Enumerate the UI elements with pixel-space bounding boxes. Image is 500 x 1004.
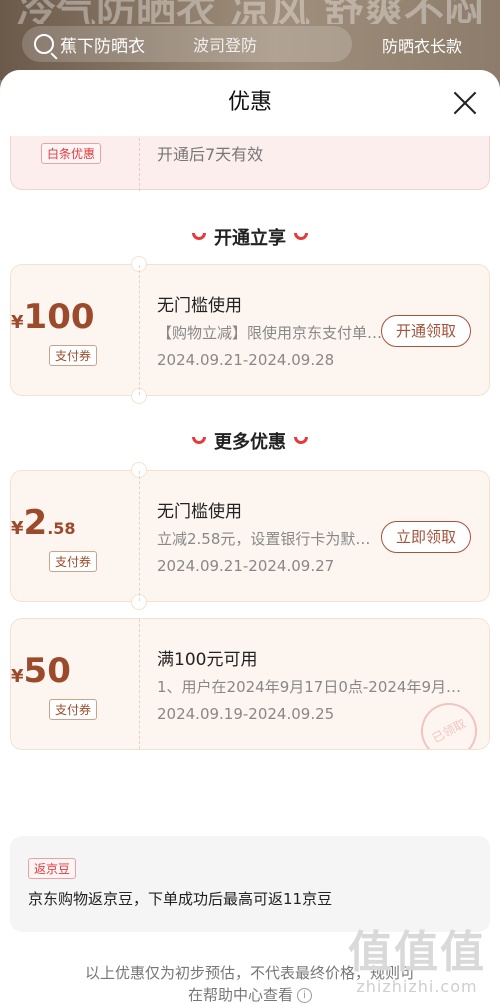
baitiao-coupon-card: 白条优惠 开通后7天有效 bbox=[10, 136, 490, 191]
baitiao-validity: 开通后7天有效 bbox=[157, 145, 264, 164]
coupon-kind-badge: 支付券 bbox=[49, 345, 98, 366]
close-icon[interactable] bbox=[452, 90, 478, 116]
offers-scroll-area[interactable]: 白条优惠 开通后7天有效 开通立享 ¥100 支付券 无门槛使用 【购物立减】限… bbox=[0, 136, 500, 1004]
watermark-url: zhizhizhi.com bbox=[356, 977, 478, 996]
section-open-enjoy-label: 开通立享 bbox=[214, 228, 286, 249]
coupon-description: 【购物立减】限使用京东支付单笔实付满100元可用 bbox=[157, 324, 383, 342]
section-open-enjoy: 开通立享 bbox=[0, 224, 500, 250]
site-watermark: 值值值 zhizhizhi.com bbox=[348, 927, 486, 997]
section-more-offers: 更多优惠 bbox=[0, 428, 500, 454]
smile-icon bbox=[192, 436, 206, 444]
baitiao-tag: 白条优惠 bbox=[41, 143, 102, 164]
background-header: 冷气防晒衣 凉风 舒爽不闷 蕉下防晒衣 波司登防 防晒衣长款 bbox=[0, 0, 500, 80]
coupon-amount: ¥2.58 bbox=[11, 503, 76, 543]
coupon-card-50: ¥50 支付券 满100元可用 1、用户在2024年9月17日0点-2024年9… bbox=[10, 618, 490, 750]
coupon-date-range: 2024.09.19-2024.09.25 bbox=[157, 705, 335, 723]
coupon-kind-badge: 支付券 bbox=[49, 551, 98, 572]
coupon-title: 无门槛使用 bbox=[157, 502, 242, 522]
search-query: 蕉下防晒衣 bbox=[60, 36, 145, 57]
sheet-title: 优惠 bbox=[227, 90, 272, 115]
sheet-header: 优惠 bbox=[0, 70, 500, 136]
coupon-amount: ¥100 bbox=[11, 297, 95, 337]
coupon-divider bbox=[139, 471, 140, 601]
coupon-amount: ¥50 bbox=[11, 651, 71, 691]
coupon-description: 立减2.58元，设置银行卡为默认支付方式 bbox=[157, 530, 383, 548]
coupon-title: 满100元可用 bbox=[157, 650, 258, 670]
coupon-date-range: 2024.09.21-2024.09.28 bbox=[157, 351, 335, 369]
coupon-divider bbox=[139, 619, 140, 749]
coupon-card-2-58: ¥2.58 支付券 无门槛使用 立减2.58元，设置银行卡为默认支付方式 202… bbox=[10, 462, 490, 610]
claim-now-button[interactable]: 立即领取 bbox=[381, 521, 471, 553]
smile-icon bbox=[294, 232, 308, 240]
info-icon[interactable]: i bbox=[297, 988, 312, 1003]
coupon-title: 无门槛使用 bbox=[157, 296, 242, 316]
coupon-date-range: 2024.09.21-2024.09.27 bbox=[157, 557, 335, 575]
jd-beans-tag: 返京豆 bbox=[28, 858, 77, 879]
coupon-description: 1、用户在2024年9月17日0点-2024年9月25日 bbox=[157, 678, 469, 696]
coupon-divider bbox=[139, 136, 140, 191]
background-banner: 冷气防晒衣 凉风 舒爽不闷 bbox=[16, 0, 484, 24]
claimed-stamp: 已领取 bbox=[411, 693, 487, 749]
open-and-claim-button[interactable]: 开通领取 bbox=[381, 315, 471, 347]
smile-icon bbox=[192, 232, 206, 240]
jd-beans-card: 返京豆 京东购物返京豆，下单成功后最高可返11京豆 bbox=[10, 836, 490, 932]
coupon-kind-badge: 支付券 bbox=[49, 699, 98, 720]
jd-beans-text: 京东购物返京豆，下单成功后最高可返11京豆 bbox=[28, 890, 333, 908]
section-more-offers-label: 更多优惠 bbox=[214, 432, 286, 453]
search-bar[interactable]: 蕉下防晒衣 波司登防 bbox=[22, 26, 352, 62]
coupon-divider bbox=[139, 265, 140, 395]
offers-sheet: 优惠 白条优惠 开通后7天有效 开通立享 ¥100 支付券 无门槛使用 【购物立… bbox=[0, 70, 500, 1004]
search-icon bbox=[34, 34, 54, 54]
watermark-logo: 值值值 bbox=[348, 927, 486, 978]
smile-icon bbox=[294, 436, 308, 444]
search-hint: 波司登防 bbox=[193, 36, 258, 55]
coupon-card-100: ¥100 支付券 无门槛使用 【购物立减】限使用京东支付单笔实付满100元可用 … bbox=[10, 256, 490, 404]
background-suggestion[interactable]: 防晒衣长款 bbox=[382, 33, 462, 57]
